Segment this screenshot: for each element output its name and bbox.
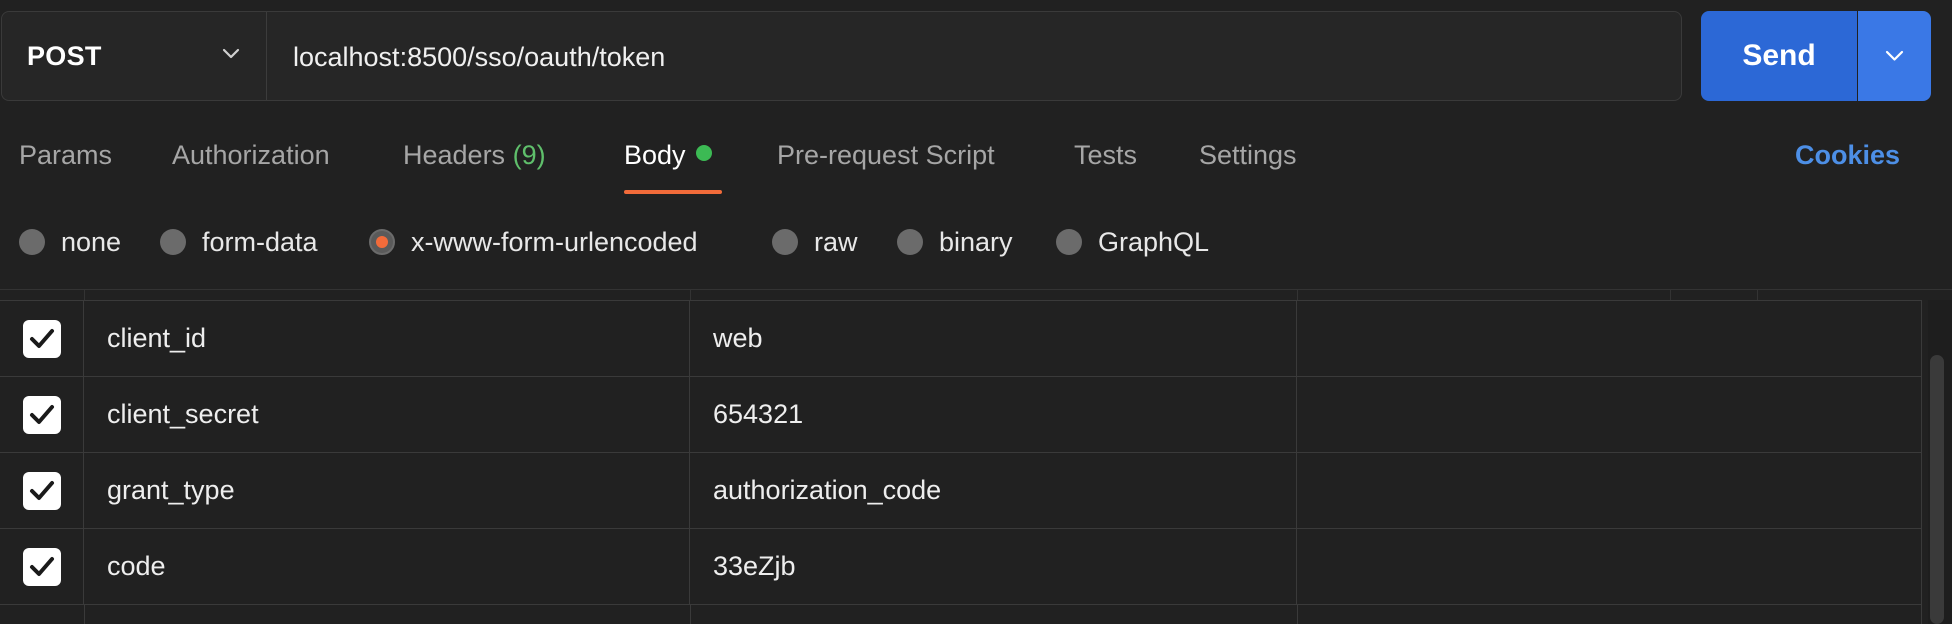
value-cell[interactable]: 654321 bbox=[690, 377, 1297, 452]
table-row: client_id web bbox=[0, 301, 1922, 377]
cookies-link[interactable]: Cookies bbox=[1795, 140, 1900, 171]
description-cell[interactable] bbox=[1297, 301, 1922, 376]
method-label: POST bbox=[27, 40, 102, 71]
value-cell[interactable]: authorization_code bbox=[690, 453, 1297, 528]
url-text: localhost:8500/sso/oauth/token bbox=[293, 42, 666, 72]
checkmark-icon bbox=[29, 404, 54, 424]
key-cell[interactable]: grant_type bbox=[84, 453, 690, 528]
row-checkbox-cell bbox=[0, 301, 84, 376]
description-cell[interactable] bbox=[1297, 377, 1922, 452]
row-checkbox[interactable] bbox=[22, 471, 61, 510]
tab-authorization[interactable]: Authorization bbox=[172, 140, 330, 171]
radio-circle bbox=[1056, 229, 1082, 255]
radio-binary[interactable]: binary bbox=[897, 222, 1013, 262]
tab-settings-label: Settings bbox=[1199, 140, 1297, 170]
scrollbar-thumb[interactable] bbox=[1930, 355, 1944, 624]
request-editor: POST localhost:8500/sso/oauth/token Send… bbox=[0, 0, 1952, 624]
tab-body-label: Body bbox=[624, 140, 686, 170]
column-divider bbox=[1297, 604, 1298, 624]
value-cell[interactable]: 33eZjb bbox=[690, 529, 1297, 604]
tab-pre-request-script-label: Pre-request Script bbox=[777, 140, 995, 170]
tab-body[interactable]: Body bbox=[624, 140, 712, 171]
row-checkbox[interactable] bbox=[22, 319, 61, 358]
checkmark-icon bbox=[29, 328, 54, 348]
description-cell[interactable] bbox=[1297, 453, 1922, 528]
radio-raw[interactable]: raw bbox=[772, 222, 858, 262]
column-divider bbox=[690, 604, 691, 624]
row-checkbox-cell bbox=[0, 453, 84, 528]
row-checkbox[interactable] bbox=[22, 547, 61, 586]
send-button[interactable]: Send bbox=[1701, 11, 1857, 101]
params-table: client_id web client_secret 654321 grant… bbox=[0, 300, 1922, 605]
tab-tests[interactable]: Tests bbox=[1074, 140, 1137, 171]
send-options-button[interactable] bbox=[1858, 11, 1931, 101]
radio-binary-label: binary bbox=[939, 226, 1013, 257]
column-divider bbox=[1670, 290, 1671, 300]
radio-x-www-form-urlencoded-label: x-www-form-urlencoded bbox=[411, 226, 698, 257]
chevron-down-icon bbox=[222, 48, 240, 59]
radio-x-www-form-urlencoded[interactable]: x-www-form-urlencoded bbox=[369, 222, 698, 262]
checkmark-icon bbox=[29, 480, 54, 500]
radio-form-data[interactable]: form-data bbox=[160, 222, 318, 262]
tab-pre-request-script[interactable]: Pre-request Script bbox=[777, 140, 995, 171]
radio-circle bbox=[897, 229, 923, 255]
key-cell[interactable]: code bbox=[84, 529, 690, 604]
radio-form-data-label: form-data bbox=[202, 226, 318, 257]
column-divider bbox=[1757, 290, 1758, 300]
tab-authorization-label: Authorization bbox=[172, 140, 330, 170]
next-row-partial bbox=[0, 604, 1922, 624]
tab-tests-label: Tests bbox=[1074, 140, 1138, 170]
key-cell[interactable]: client_id bbox=[84, 301, 690, 376]
column-divider bbox=[690, 290, 691, 300]
radio-circle bbox=[772, 229, 798, 255]
table-divider bbox=[0, 289, 1952, 290]
tab-params-label: Params bbox=[19, 140, 113, 170]
active-tab-indicator bbox=[624, 190, 722, 194]
row-checkbox[interactable] bbox=[22, 395, 61, 434]
tab-headers-label: Headers bbox=[403, 140, 506, 170]
radio-none-label: none bbox=[61, 226, 122, 257]
url-input[interactable]: localhost:8500/sso/oauth/token bbox=[267, 11, 1682, 101]
tab-settings[interactable]: Settings bbox=[1199, 140, 1297, 171]
radio-circle bbox=[19, 229, 45, 255]
column-divider bbox=[1297, 290, 1298, 300]
key-cell[interactable]: client_secret bbox=[84, 377, 690, 452]
row-checkbox-cell bbox=[0, 377, 84, 452]
column-divider bbox=[84, 604, 85, 624]
column-divider bbox=[84, 290, 85, 300]
chevron-down-icon bbox=[1885, 50, 1904, 61]
tab-params[interactable]: Params bbox=[19, 140, 112, 171]
row-checkbox-cell bbox=[0, 529, 84, 604]
radio-none[interactable]: none bbox=[19, 222, 121, 262]
radio-circle-selected bbox=[369, 229, 395, 255]
description-cell[interactable] bbox=[1297, 529, 1922, 604]
radio-circle bbox=[160, 229, 186, 255]
radio-graphql[interactable]: GraphQL bbox=[1056, 222, 1209, 262]
tab-headers[interactable]: Headers (9) bbox=[403, 140, 546, 171]
table-row: grant_type authorization_code bbox=[0, 453, 1922, 529]
table-row: client_secret 654321 bbox=[0, 377, 1922, 453]
method-select[interactable]: POST bbox=[1, 11, 267, 101]
tab-headers-count: (9) bbox=[512, 140, 546, 170]
radio-raw-label: raw bbox=[814, 226, 858, 257]
table-row: code 33eZjb bbox=[0, 529, 1922, 605]
column-divider bbox=[1921, 604, 1922, 624]
body-modified-dot bbox=[695, 145, 712, 161]
radio-graphql-label: GraphQL bbox=[1098, 226, 1210, 257]
value-cell[interactable]: web bbox=[690, 301, 1297, 376]
checkmark-icon bbox=[29, 556, 54, 576]
